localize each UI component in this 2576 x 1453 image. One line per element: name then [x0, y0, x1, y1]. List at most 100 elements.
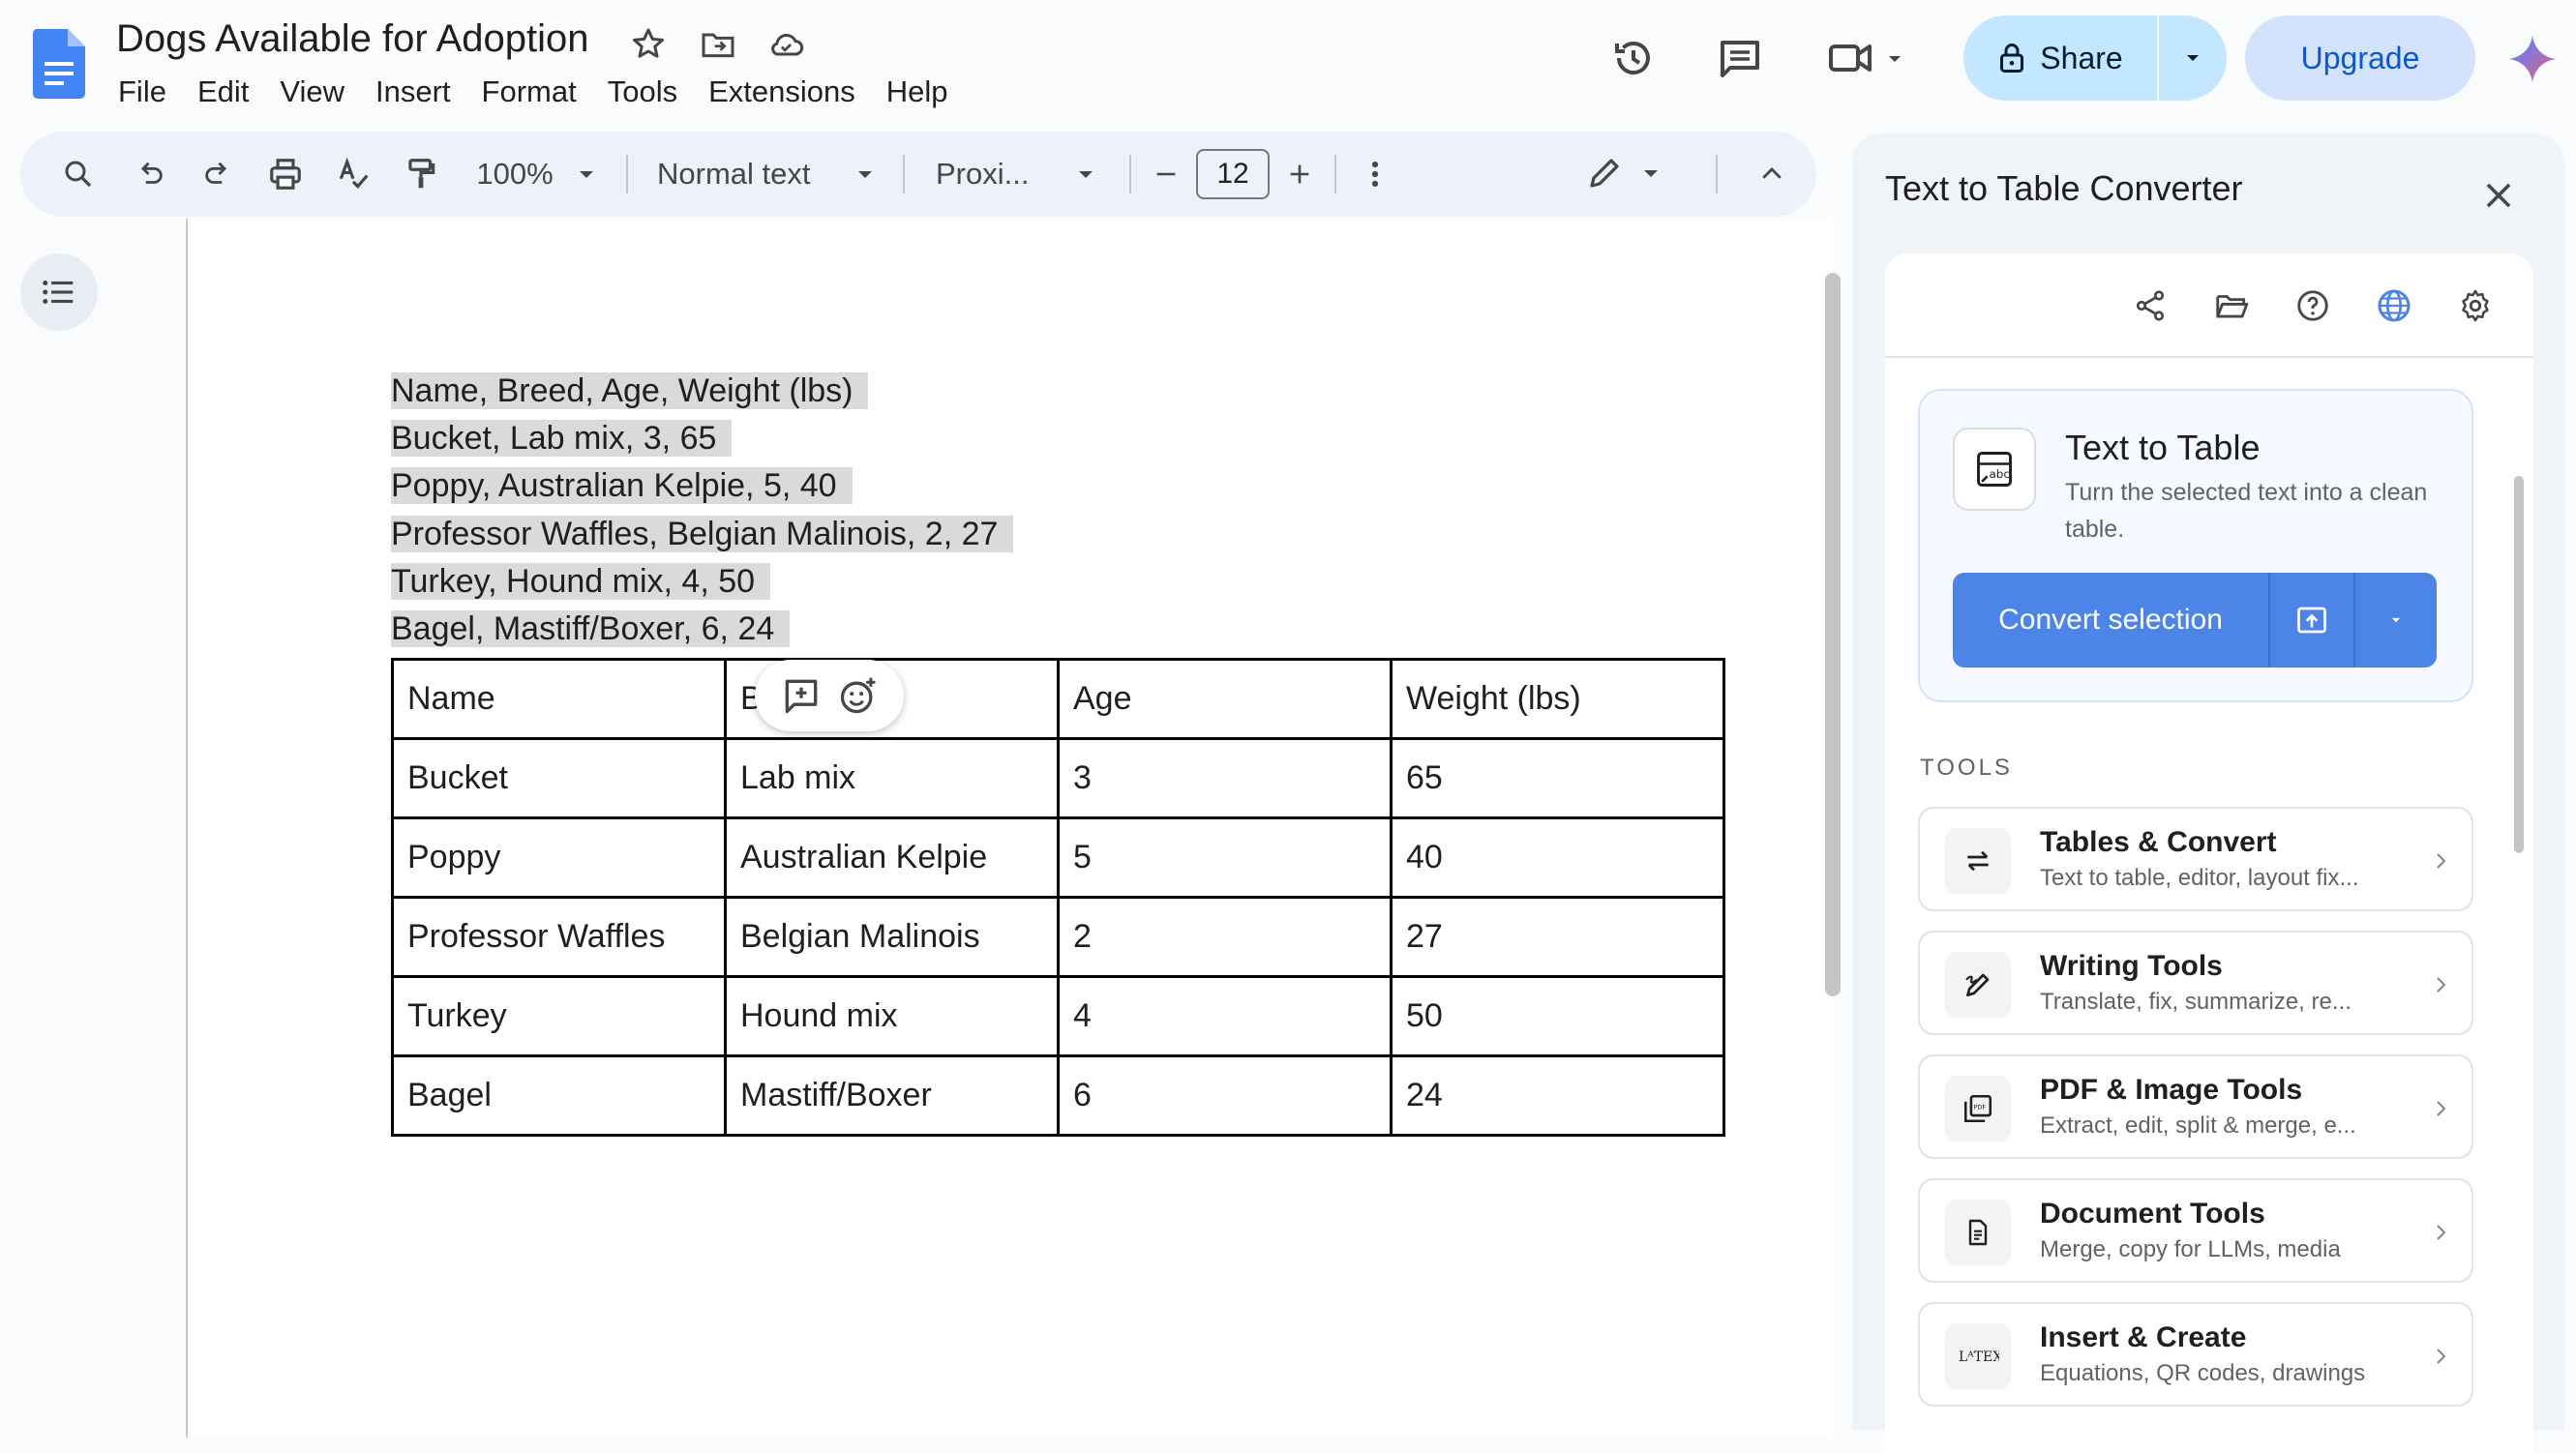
tool-card-pdf-image-tools[interactable]: PDF PDF & Image Tools Extract, edit, spl… — [1918, 1054, 2473, 1159]
convert-options-chevron-icon[interactable] — [2353, 573, 2437, 667]
share-main-button[interactable]: Share — [1963, 15, 2157, 101]
table-cell[interactable]: 50 — [1390, 975, 1725, 1057]
share-label: Share — [2040, 40, 2123, 75]
insert-below-icon[interactable] — [2268, 573, 2353, 667]
table-cell[interactable]: 40 — [1390, 816, 1725, 899]
text-to-table-icon: abc — [1953, 428, 2036, 511]
table-cell[interactable]: 3 — [1057, 737, 1393, 819]
gemini-sparkle-icon[interactable] — [2506, 33, 2559, 85]
font-family-select[interactable]: Proxi... — [936, 151, 1052, 197]
menu-format[interactable]: Format — [466, 70, 592, 114]
language-globe-icon[interactable] — [2371, 282, 2417, 329]
paint-format-icon[interactable] — [398, 151, 444, 197]
share-dropdown-button[interactable] — [2157, 15, 2227, 101]
style-dropdown-icon[interactable] — [851, 151, 880, 197]
add-comment-icon[interactable] — [780, 674, 823, 717]
tool-description: Translate, fix, summarize, re... — [2040, 989, 2351, 1015]
folder-open-icon[interactable] — [2208, 282, 2255, 329]
spellcheck-icon[interactable] — [330, 151, 376, 197]
cloud-saved-icon[interactable] — [766, 25, 805, 64]
panel-scrollbar[interactable] — [2514, 476, 2524, 853]
tool-card-document-tools[interactable]: Document Tools Merge, copy for LLMs, med… — [1918, 1178, 2473, 1283]
tool-card-insert-create[interactable]: LᴬTEX Insert & Create Equations, QR code… — [1918, 1302, 2473, 1407]
menu-file[interactable]: File — [103, 70, 182, 114]
close-icon[interactable] — [2471, 168, 2526, 222]
tool-card-writing-tools[interactable]: Writing Tools Translate, fix, summarize,… — [1918, 931, 2473, 1035]
zoom-dropdown-icon[interactable] — [572, 151, 601, 197]
menu-help[interactable]: Help — [871, 70, 964, 114]
table-cell[interactable]: Poppy — [391, 816, 727, 899]
redo-icon[interactable] — [195, 151, 241, 197]
table-cell[interactable]: Bagel — [391, 1054, 727, 1137]
table-cell[interactable]: 4 — [1057, 975, 1393, 1057]
convert-selection-button[interactable]: Convert selection — [1953, 573, 2437, 667]
add-emoji-reaction-icon[interactable] — [837, 674, 880, 717]
table-row: Poppy Australian Kelpie 5 40 — [391, 816, 1725, 899]
convert-selection-label[interactable]: Convert selection — [1953, 573, 2268, 667]
more-options-icon[interactable] — [1356, 151, 1394, 197]
comments-icon[interactable] — [1713, 31, 1767, 85]
menu-extensions[interactable]: Extensions — [693, 70, 871, 114]
table-header-row: Name Breed Age Weight (lbs) — [391, 658, 1725, 740]
share-button[interactable]: Share — [1963, 15, 2227, 101]
table-cell[interactable]: Name — [391, 658, 727, 740]
version-history-icon[interactable] — [1606, 31, 1661, 85]
star-icon[interactable] — [629, 25, 668, 64]
tool-card-tables-convert[interactable]: Tables & Convert Text to table, editor, … — [1918, 807, 2473, 911]
zoom-value[interactable]: 100% — [471, 151, 558, 197]
table-cell[interactable]: Australian Kelpie — [724, 816, 1060, 899]
paragraph-style-select[interactable]: Normal text — [657, 151, 870, 197]
tools-section-heading: TOOLS — [1920, 755, 2013, 781]
font-size-input[interactable]: 12 — [1196, 149, 1270, 199]
table-cell[interactable]: Lab mix — [724, 737, 1060, 819]
font-dropdown-icon[interactable] — [1071, 151, 1100, 197]
share-icon[interactable] — [2127, 282, 2173, 329]
document-outline-button[interactable] — [20, 253, 98, 331]
selected-text-line[interactable]: Professor Waffles, Belgian Malinois, 2, … — [391, 511, 1014, 558]
undo-icon[interactable] — [127, 151, 173, 197]
table-cell[interactable]: 24 — [1390, 1054, 1725, 1137]
meet-video-icon[interactable] — [1827, 31, 1914, 85]
toolbar-divider — [903, 155, 905, 193]
upgrade-button[interactable]: Upgrade — [2245, 15, 2475, 101]
increase-font-size-icon[interactable] — [1282, 151, 1317, 197]
table-cell[interactable]: Age — [1057, 658, 1393, 740]
table-row: Bagel Mastiff/Boxer 6 24 — [391, 1054, 1725, 1137]
table-cell[interactable]: 5 — [1057, 816, 1393, 899]
table-cell[interactable]: 27 — [1390, 896, 1725, 978]
table-cell[interactable]: 6 — [1057, 1054, 1393, 1137]
help-icon[interactable] — [2290, 282, 2336, 329]
table-cell[interactable]: Weight (lbs) — [1390, 658, 1725, 740]
selected-text-line[interactable]: Bagel, Mastiff/Boxer, 6, 24 — [391, 606, 791, 653]
table-cell[interactable]: Hound mix — [724, 975, 1060, 1057]
menu-insert[interactable]: Insert — [360, 70, 466, 114]
selected-text-line[interactable]: Turkey, Hound mix, 4, 50 — [391, 558, 771, 606]
selected-text-line[interactable]: Poppy, Australian Kelpie, 5, 40 — [391, 462, 853, 510]
menu-edit[interactable]: Edit — [182, 70, 264, 114]
table-cell[interactable]: 2 — [1057, 896, 1393, 978]
document-title[interactable]: Dogs Available for Adoption — [116, 17, 589, 61]
docs-logo-icon[interactable] — [33, 29, 85, 99]
table-cell[interactable]: Mastiff/Boxer — [724, 1054, 1060, 1137]
document-scrollbar[interactable] — [1825, 273, 1841, 996]
search-menus-icon[interactable] — [55, 151, 102, 197]
move-folder-icon[interactable] — [699, 25, 737, 64]
menu-tools[interactable]: Tools — [592, 70, 693, 114]
toolbar-divider — [1334, 155, 1336, 193]
dog-table[interactable]: Name Breed Age Weight (lbs) Bucket Lab m… — [391, 658, 1725, 1137]
table-cell[interactable]: Professor Waffles — [391, 896, 727, 978]
selected-text-line[interactable]: Name, Breed, Age, Weight (lbs) — [391, 368, 869, 415]
print-icon[interactable] — [262, 151, 309, 197]
editing-mode-pencil-icon[interactable] — [1586, 151, 1669, 197]
table-cell[interactable]: Bucket — [391, 737, 727, 819]
tool-description: Extract, edit, split & merge, e... — [2040, 1112, 2356, 1139]
menu-view[interactable]: View — [264, 70, 360, 114]
collapse-toolbar-icon[interactable] — [1752, 151, 1791, 197]
menu-bar: File Edit View Insert Format Tools Exten… — [103, 70, 964, 114]
table-cell[interactable]: Turkey — [391, 975, 727, 1057]
table-cell[interactable]: Belgian Malinois — [724, 896, 1060, 978]
decrease-font-size-icon[interactable] — [1149, 151, 1183, 197]
selected-text-line[interactable]: Bucket, Lab mix, 3, 65 — [391, 415, 733, 462]
settings-gear-icon[interactable] — [2452, 282, 2499, 329]
table-cell[interactable]: 65 — [1390, 737, 1725, 819]
